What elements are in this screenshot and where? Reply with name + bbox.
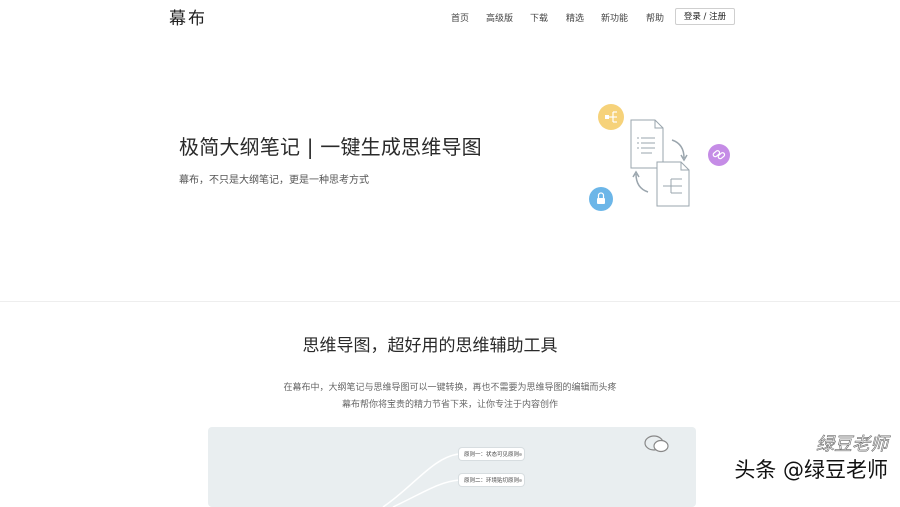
mindmap-node: 原则一：状态可见原则 [459,448,525,460]
login-register-button[interactable]: 登录 / 注册 [675,8,735,25]
nav-premium[interactable]: 高级版 [486,11,513,24]
document-mindmap-icon [656,161,690,207]
link-icon [708,144,730,166]
node-dot [519,479,522,482]
document-list-icon [630,119,664,169]
watermark-bottom-text: 头条 @绿豆老师 [733,457,889,483]
wechat-icon [644,435,669,453]
nav-home[interactable]: 首页 [451,11,469,24]
section-divider [0,301,900,302]
mindmap-node: 原则二：环境贴切原则 [459,474,525,486]
nav-help[interactable]: 帮助 [646,11,664,24]
site-logo[interactable]: 幕布 [169,4,207,29]
hero-subtitle: 幕布，不只是大纲笔记，更是一种思考方式 [179,175,369,186]
nav-featured[interactable]: 精选 [566,11,584,24]
site-header: 幕布 首页 高级版 下载 精选 新功能 帮助 登录 / 注册 [0,0,900,36]
hero-title: 极简大纲笔记 | 一键生成思维导图 [179,135,482,159]
section-title: 思维导图，超好用的思维辅助工具 [302,336,558,356]
watermark-top-text: 绿豆老师 [816,434,889,456]
share-tree-icon [598,104,624,130]
section-description-line2: 幕布帮你将宝贵的精力节省下来，让你专注于内容创作 [341,400,558,410]
section-description-line1: 在幕布中，大纲笔记与思维导图可以一键转换，再也不需要为思维导图的编辑而头疼 [283,383,617,393]
node-dot [519,453,522,456]
nav-new-features[interactable]: 新功能 [601,11,628,24]
nav-download[interactable]: 下载 [530,11,548,24]
lock-icon [589,187,613,211]
hero-illustration [586,100,736,215]
watermark: 绿豆老师 头条 @绿豆老师 [644,430,889,484]
mindmap-preview: 原则一：状态可见原则 原则二：环境贴切原则 [208,427,696,507]
